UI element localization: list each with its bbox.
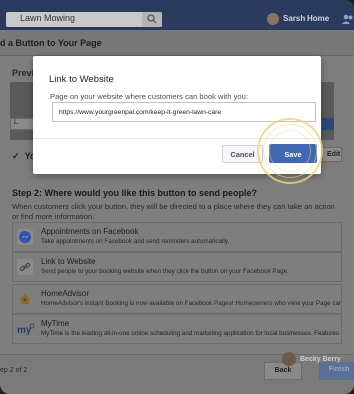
home-link[interactable]: Home [307,14,329,23]
option-homeadvisor[interactable]: HomeAdvisor HomeAdvisor's instant Bookin… [12,284,342,314]
option-appointments[interactable]: Appointments on Facebook Take appointmen… [12,222,342,252]
modal-title: Link to Website [49,74,114,85]
step-indicator: ep 2 of 2 [0,367,28,374]
friends-icon[interactable] [342,13,354,25]
chat-contact-name[interactable]: Becky Berry [300,356,341,363]
dialog-title: d a Button to Your Page [0,38,102,48]
option-desc: HomeAdvisor's instant Booking is now ava… [41,300,341,307]
back-button[interactable]: Back [264,362,302,380]
step2-heading: Step 2: Where would you like this button… [12,188,258,198]
option-desc: Take appointments on Facebook and send r… [41,238,230,245]
option-title: MyTime [41,319,70,328]
search-input[interactable]: Lawn Mowing [20,13,75,23]
search-box[interactable]: Lawn Mowing [6,12,162,27]
mytime-icon: my [17,321,35,337]
chat-avatar[interactable] [282,352,296,366]
avatar[interactable] [267,13,279,25]
cancel-button[interactable]: Cancel [222,145,263,163]
link-icon [17,259,33,275]
like-label: L [14,119,18,126]
option-desc: Send people to your booking website when… [41,268,289,275]
option-title: HomeAdvisor [41,289,90,298]
option-title: Appointments on Facebook [41,227,139,236]
option-mytime[interactable]: my MyTime MyTime is the leading all-in-o… [12,314,342,344]
website-url-input[interactable] [52,102,316,122]
option-title: Link to Website [41,257,96,266]
profile-name-link[interactable]: Sarsh [283,14,305,23]
search-icon [147,14,157,24]
facebook-top-bar: Lawn Mowing Sarsh Home [0,0,354,30]
screen: Lawn Mowing Sarsh Home d a Button to You… [0,0,354,394]
edit-button[interactable]: Edit [322,147,342,162]
finish-button[interactable]: Finish [319,362,354,380]
preview-heading: Previ [12,68,35,78]
action-button-preview [322,118,334,130]
step1-row: ✓ Yo [12,151,35,162]
homeadvisor-icon [17,291,33,307]
check-icon: ✓ [12,151,20,161]
messenger-icon [17,229,33,245]
link-to-website-modal: Link to Website Page on your website whe… [33,56,321,174]
search-button[interactable] [142,12,162,27]
option-link-to-website[interactable]: Link to Website Send people to your book… [12,252,342,282]
step2-description: When customers click your button, they w… [12,202,335,221]
save-button[interactable]: Save [269,144,317,163]
svg-text:my: my [17,325,32,336]
option-desc: MyTime is the leading all-in-one online … [41,330,341,337]
modal-divider [33,138,321,139]
dialog-header: d a Button to Your Page [0,30,354,56]
modal-subtitle: Page on your website where customers can… [50,92,248,101]
